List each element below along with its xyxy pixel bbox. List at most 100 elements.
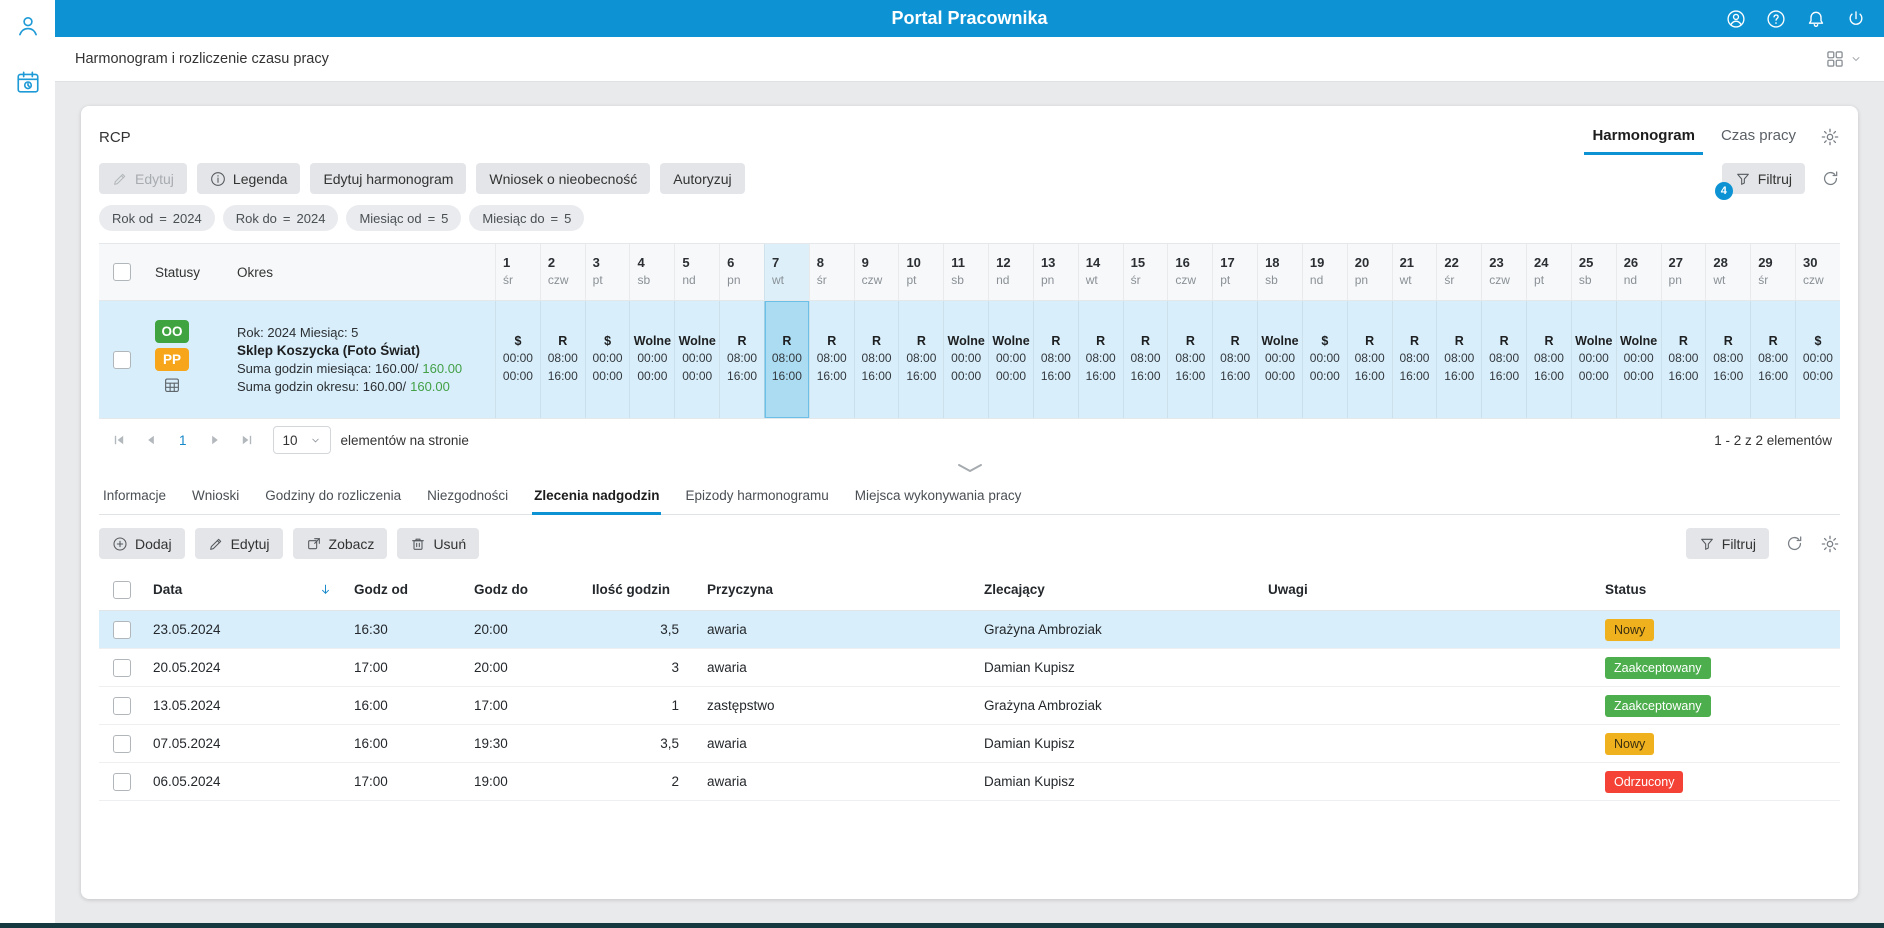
- day-column-header[interactable]: 26 nd: [1615, 244, 1661, 300]
- day-column-header[interactable]: 25 sb: [1570, 244, 1616, 300]
- schedule-refresh-button[interactable]: [1821, 169, 1840, 188]
- table-row[interactable]: 07.05.2024 16:00 19:30 3,5 awaria Damian…: [99, 725, 1840, 763]
- tab-harmonogram[interactable]: Harmonogram: [1584, 120, 1703, 155]
- schedule-day-cell[interactable]: Wolne 00:00 00:00: [1615, 301, 1661, 418]
- schedule-day-cell[interactable]: R 08:00 16:00: [1346, 301, 1392, 418]
- authorize-button[interactable]: Autoryzuj: [660, 163, 745, 194]
- schedule-day-cell[interactable]: Wolne 00:00 00:00: [1257, 301, 1302, 418]
- collapse-panel-handle[interactable]: [99, 461, 1840, 477]
- day-column-header[interactable]: 10 pt: [898, 244, 943, 300]
- day-column-header[interactable]: 11 sb: [943, 244, 988, 300]
- last-page-button[interactable]: [231, 433, 263, 447]
- page-number[interactable]: 1: [167, 433, 199, 448]
- schedule-settings-button[interactable]: [1820, 127, 1840, 147]
- schedule-day-cell[interactable]: R 08:00 16:00: [1705, 301, 1750, 418]
- day-column-header[interactable]: 2 czw: [539, 244, 585, 300]
- day-column-header[interactable]: 30 czw: [1795, 244, 1840, 300]
- schedule-data-row[interactable]: OO PP Rok: 2024 Miesiąc: 5 Sklep Koszyck…: [99, 301, 1840, 419]
- notifications-icon[interactable]: [1806, 9, 1826, 29]
- table-row[interactable]: 20.05.2024 17:00 20:00 3 awaria Damian K…: [99, 649, 1840, 687]
- day-column-header[interactable]: 15 śr: [1122, 244, 1168, 300]
- view-button[interactable]: Zobacz: [292, 528, 388, 559]
- row-checkbox[interactable]: [113, 350, 131, 369]
- filter-chip[interactable]: Miesiąc od = 5: [346, 205, 462, 231]
- detail-tab[interactable]: Zlecenia nadgodzin: [532, 477, 662, 515]
- column-header-from[interactable]: Godz od: [346, 582, 466, 597]
- row-checkbox[interactable]: [113, 734, 131, 753]
- detail-filter-button[interactable]: Filtruj: [1685, 528, 1769, 559]
- select-all-checkbox[interactable]: [113, 580, 131, 599]
- schedule-day-cell[interactable]: R 08:00 16:00: [1750, 301, 1795, 418]
- schedule-day-cell[interactable]: $ 00:00 00:00: [584, 301, 630, 418]
- column-header-hours[interactable]: Ilość godzin: [584, 582, 699, 597]
- row-checkbox[interactable]: [113, 658, 131, 677]
- row-checkbox[interactable]: [113, 772, 131, 791]
- legend-button[interactable]: Legenda: [196, 163, 301, 194]
- row-checkbox[interactable]: [113, 696, 131, 715]
- schedule-day-cell[interactable]: Wolne 00:00 00:00: [1570, 301, 1616, 418]
- next-page-button[interactable]: [199, 433, 231, 447]
- day-column-header[interactable]: 8 śr: [808, 244, 854, 300]
- edit-schedule-button[interactable]: Edytuj harmonogram: [310, 163, 467, 194]
- select-all-checkbox[interactable]: [113, 263, 131, 281]
- day-column-header[interactable]: 1 śr: [495, 244, 540, 300]
- tab-czas-pracy[interactable]: Czas pracy: [1713, 120, 1804, 155]
- delete-button[interactable]: Usuń: [397, 528, 480, 559]
- detail-tab[interactable]: Epizody harmonogramu: [683, 477, 830, 515]
- day-column-header[interactable]: 4 sb: [629, 244, 674, 300]
- day-column-header[interactable]: 19 nd: [1301, 244, 1347, 300]
- layout-grid-button[interactable]: [1825, 49, 1862, 69]
- detail-tab[interactable]: Miejsca wykonywania pracy: [853, 477, 1024, 515]
- column-header-status[interactable]: Status: [1597, 582, 1840, 597]
- day-column-header[interactable]: 9 czw: [853, 244, 899, 300]
- day-column-header[interactable]: 20 pn: [1346, 244, 1392, 300]
- sort-descending-icon[interactable]: [319, 583, 332, 596]
- day-column-header[interactable]: 16 czw: [1167, 244, 1212, 300]
- column-header-to[interactable]: Godz do: [466, 582, 584, 597]
- row-checkbox[interactable]: [113, 620, 131, 639]
- schedule-day-cell[interactable]: Wolne 00:00 00:00: [943, 301, 988, 418]
- schedule-day-cell[interactable]: R 08:00 16:00: [1077, 301, 1123, 418]
- day-column-header[interactable]: 14 wt: [1077, 244, 1123, 300]
- day-column-header[interactable]: 24 pt: [1526, 244, 1571, 300]
- help-icon[interactable]: [1766, 9, 1786, 29]
- detail-tab[interactable]: Niezgodności: [425, 477, 510, 515]
- schedule-day-cell[interactable]: R 08:00 16:00: [1391, 301, 1437, 418]
- schedule-day-cell[interactable]: R 08:00 16:00: [539, 301, 585, 418]
- page-size-select[interactable]: 10: [272, 426, 331, 454]
- schedule-day-cell[interactable]: R 08:00 16:00: [1032, 301, 1078, 418]
- day-column-header[interactable]: 18 sb: [1257, 244, 1302, 300]
- column-header-reason[interactable]: Przyczyna: [699, 582, 976, 597]
- schedule-day-cell[interactable]: R 08:00 16:00: [898, 301, 943, 418]
- schedule-day-cell[interactable]: R 08:00 16:00: [1436, 301, 1481, 418]
- logout-power-icon[interactable]: [1846, 9, 1866, 29]
- day-column-header[interactable]: 28 wt: [1705, 244, 1750, 300]
- detail-refresh-button[interactable]: [1785, 534, 1804, 553]
- column-header-notes[interactable]: Uwagi: [1260, 582, 1597, 597]
- schedule-calendar-icon[interactable]: [11, 67, 45, 97]
- column-header-date[interactable]: Data: [145, 582, 346, 597]
- first-page-button[interactable]: [103, 433, 135, 447]
- schedule-day-cell[interactable]: Wolne 00:00 00:00: [988, 301, 1033, 418]
- schedule-day-cell[interactable]: R 08:00 16:00: [719, 301, 764, 418]
- table-row[interactable]: 06.05.2024 17:00 19:00 2 awaria Damian K…: [99, 763, 1840, 801]
- edit-row-button[interactable]: Edytuj: [194, 528, 283, 559]
- schedule-day-cell[interactable]: R 08:00 16:00: [1212, 301, 1257, 418]
- edit-button[interactable]: Edytuj: [99, 163, 187, 194]
- table-row[interactable]: 13.05.2024 16:00 17:00 1 zastępstwo Graż…: [99, 687, 1840, 725]
- column-header-orderer[interactable]: Zlecający: [976, 582, 1260, 597]
- day-column-header[interactable]: 21 wt: [1391, 244, 1437, 300]
- day-column-header[interactable]: 5 nd: [674, 244, 719, 300]
- detail-tab[interactable]: Informacje: [101, 477, 168, 515]
- schedule-day-cell[interactable]: R 08:00 16:00: [808, 301, 854, 418]
- detail-settings-button[interactable]: [1820, 534, 1840, 554]
- schedule-day-cell[interactable]: R 08:00 16:00: [1481, 301, 1526, 418]
- day-column-header[interactable]: 3 pt: [584, 244, 630, 300]
- schedule-day-cell[interactable]: R 08:00 16:00: [1526, 301, 1571, 418]
- day-column-header[interactable]: 6 pn: [719, 244, 764, 300]
- day-column-header[interactable]: 13 pn: [1032, 244, 1078, 300]
- table-row[interactable]: 23.05.2024 16:30 20:00 3,5 awaria Grażyn…: [99, 611, 1840, 649]
- schedule-day-cell[interactable]: $ 00:00 00:00: [1301, 301, 1347, 418]
- calendar-grid-icon[interactable]: [163, 376, 181, 399]
- previous-page-button[interactable]: [135, 433, 167, 447]
